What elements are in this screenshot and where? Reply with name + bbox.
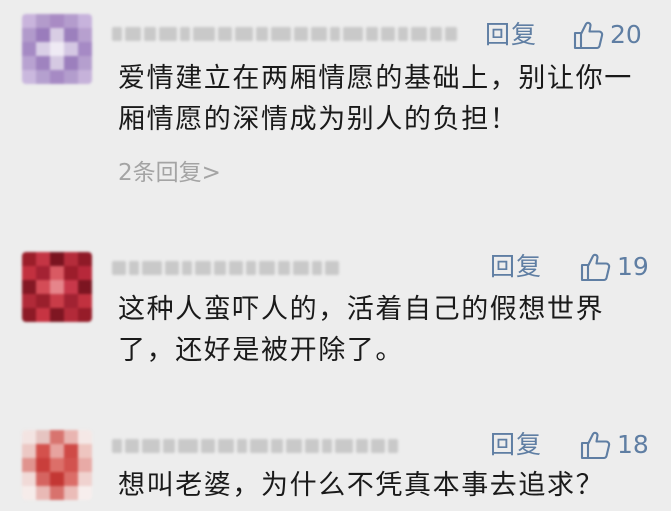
replies-link[interactable]: 2条回复> — [118, 158, 221, 188]
avatar[interactable] — [22, 430, 92, 500]
comment-text: 爱情建立在两厢情愿的基础上，别让你一厢情愿的深情成为别人的负担！ — [118, 63, 633, 135]
like-count: 19 — [617, 252, 649, 281]
avatar[interactable] — [22, 14, 92, 84]
username[interactable] — [112, 258, 339, 278]
avatar[interactable] — [22, 252, 92, 322]
like-button[interactable]: 20 — [572, 20, 642, 50]
reply-button[interactable]: 回复 — [490, 252, 542, 282]
reply-button[interactable]: 回复 — [490, 430, 542, 460]
like-button[interactable]: 19 — [579, 252, 649, 282]
comment-text: 想叫老婆，为什么不凭真本事去追求？ — [118, 470, 605, 501]
thumbs-up-icon — [580, 431, 611, 460]
like-count: 20 — [610, 20, 642, 49]
thumbs-up-icon — [573, 21, 604, 50]
like-count: 18 — [617, 430, 649, 459]
like-button[interactable]: 18 — [579, 430, 649, 460]
username[interactable] — [112, 24, 457, 44]
thumbs-up-icon — [580, 253, 611, 282]
comment-text: 这种人蛮吓人的，活着自己的假想世界了，还好是被开除了。 — [118, 294, 605, 366]
reply-button[interactable]: 回复 — [485, 20, 537, 50]
username[interactable] — [112, 436, 398, 456]
comment-list: 回复 20 爱情建立在两厢情愿的基础上，别让你一厢情愿的深情成为别人的负担！ 2… — [0, 0, 671, 511]
